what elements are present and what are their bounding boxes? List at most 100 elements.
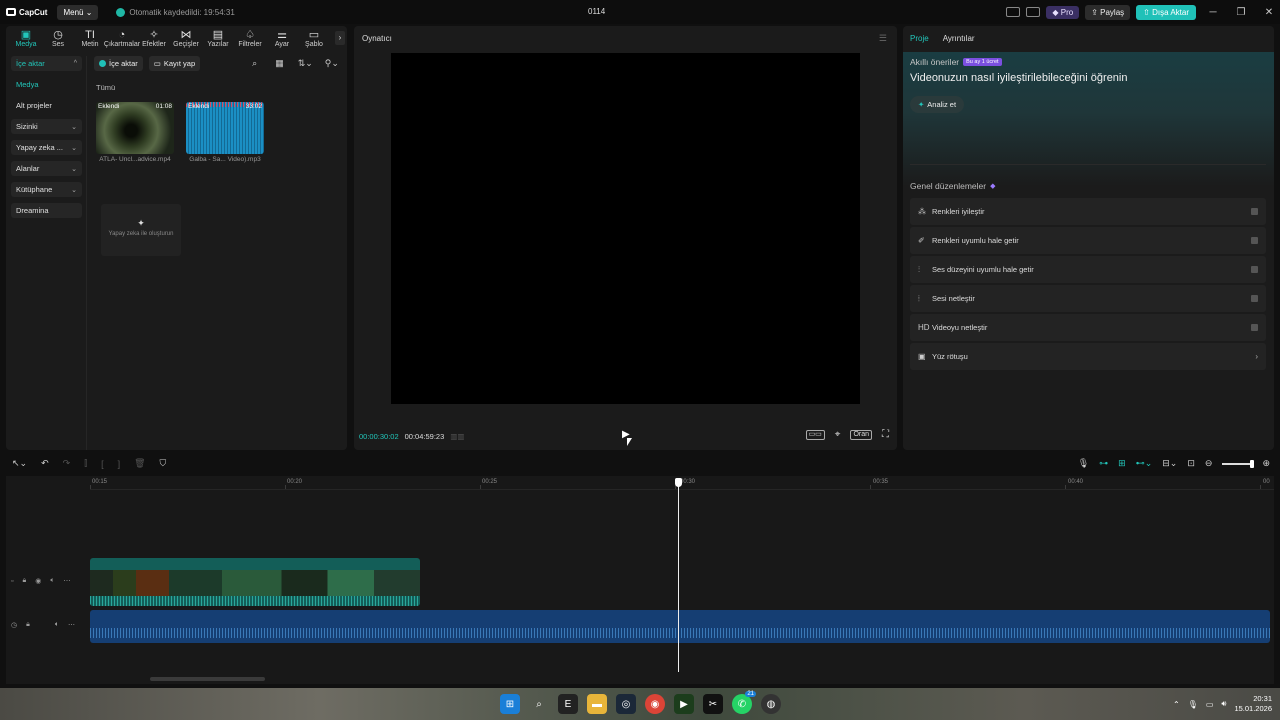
sidebar-item-ai[interactable]: Yapay zeka ... ⌄ [11, 140, 82, 155]
undo-icon[interactable]: ↶ [41, 458, 49, 469]
redo-icon[interactable]: ↷ [63, 458, 71, 469]
speaker-icon[interactable]: 🔈︎ [50, 577, 54, 585]
frame-grid-icon[interactable]: ▥▥ [450, 432, 464, 441]
speaker-icon[interactable]: 🔈︎ [55, 621, 59, 629]
playhead[interactable] [675, 478, 682, 672]
crop-focus-icon[interactable]: ⌖ [833, 430, 843, 440]
filter-icon[interactable]: ⚲⌄ [325, 58, 339, 69]
split-icon[interactable]: ⫿ [84, 458, 87, 469]
analyze-button[interactable]: ✦ Analiz et [910, 96, 965, 113]
magnet-link-icon[interactable]: ⊶ [1099, 458, 1108, 469]
volume-icon[interactable]: 🔊︎ [1221, 699, 1226, 709]
file-explorer-icon[interactable]: ▬ [587, 694, 607, 714]
toggle[interactable] [1251, 237, 1258, 244]
export-button[interactable]: ⇧ Dışa Aktar [1136, 4, 1196, 20]
zoom-slider[interactable] [1222, 459, 1255, 468]
search-icon[interactable]: ⌕ [529, 694, 549, 714]
menu-button[interactable]: Menü ⌄ [57, 4, 99, 20]
clock[interactable]: 20:31 15.01.2026 [1234, 694, 1272, 714]
terminal-app-icon[interactable]: ▶ [674, 694, 694, 714]
media-item-audio[interactable]: Eklendi 33:02 [186, 102, 264, 154]
enhance-video-row[interactable]: HD Videoyu netleştir [910, 314, 1266, 341]
tab-project[interactable]: Proje [910, 34, 929, 43]
sidebar-item-library[interactable]: Kütüphane ⌄ [11, 182, 82, 197]
sidebar-item-spaces[interactable]: Alanlar ⌄ [11, 161, 82, 176]
marker-icon[interactable]: ⛉ [160, 458, 167, 469]
lock-icon[interactable]: 🔒︎ [22, 577, 26, 585]
media-item-video[interactable]: Eklendi 01:08 [96, 102, 174, 154]
split-right-icon[interactable]: ] [118, 459, 121, 469]
tab-text[interactable]: TI Metin [74, 26, 106, 48]
quality-icon[interactable]: ▭▭ [805, 430, 825, 440]
sort-icon[interactable]: ⇅⌄ [298, 58, 313, 69]
zoom-fit-icon[interactable]: ⊕ [1262, 458, 1270, 469]
eye-icon[interactable]: ◉ [35, 577, 41, 585]
toggle[interactable] [1251, 295, 1258, 302]
share-button[interactable]: ⇪ Paylaş [1085, 4, 1131, 20]
tab-filters[interactable]: ♤ Filtreler [234, 26, 266, 48]
import-button[interactable]: İçe aktar [94, 56, 143, 71]
delete-icon[interactable]: 🗑︎ [134, 458, 145, 469]
face-retouch-row[interactable]: ▣ Yüz rötuşu › [910, 343, 1266, 370]
timeline[interactable]: 00:15 00:20 00:25 00:30 00:35 00:40 00 ▫… [6, 476, 1274, 684]
split-left-icon[interactable]: [ [101, 459, 104, 469]
tab-audio[interactable]: ◷ Ses [42, 26, 74, 48]
video-preview[interactable] [391, 53, 860, 404]
zoom-slider-knob[interactable] [1250, 459, 1255, 468]
tab-media[interactable]: ▣ Medya [10, 26, 42, 48]
maximize-icon[interactable]: ❐ [1230, 7, 1252, 18]
capcut-taskbar-icon[interactable]: ✂ [703, 694, 723, 714]
chrome-icon[interactable]: ◉ [645, 694, 665, 714]
timeline-scrollbar[interactable] [150, 677, 265, 681]
zoom-out-icon[interactable]: ⊖ [1205, 458, 1213, 469]
toggle[interactable] [1251, 266, 1258, 273]
linkage-icon[interactable]: ⊷⌄ [1136, 458, 1153, 469]
cover-icon[interactable]: ▫ [11, 578, 13, 585]
enhance-colors-row[interactable]: ⁂ Renkleri iyileştir [910, 198, 1266, 225]
video-clip[interactable] [90, 558, 420, 606]
time-ruler[interactable]: 00:15 00:20 00:25 00:30 00:35 00:40 00 [90, 476, 1274, 490]
tab-captions[interactable]: ▤ Yazılar [202, 26, 234, 48]
close-icon[interactable]: ✕ [1258, 7, 1280, 18]
sidebar-item-subprojects[interactable]: Alt projeler [11, 98, 82, 113]
ai-create-tile[interactable]: ✦ Yapay zeka ile oluşturun [101, 204, 181, 256]
preview-axis-icon[interactable]: ⊟⌄ [1162, 458, 1177, 469]
record-button[interactable]: ▭ Kayıt yap [148, 56, 201, 71]
project-title[interactable]: 0114 [588, 7, 605, 16]
fullscreen-icon[interactable]: ⛶ [880, 430, 891, 440]
select-tool-icon[interactable]: ↖⌄ [12, 458, 27, 469]
sidebar-item-yours[interactable]: Sizinki ⌄ [11, 119, 82, 134]
tab-effects[interactable]: ✧ Efektler [138, 26, 170, 48]
caption-track-icon[interactable]: ⊡ [1187, 458, 1195, 469]
more-icon[interactable]: ⋯ [64, 577, 71, 585]
search-icon[interactable]: ⌕ [252, 58, 257, 69]
playhead-handle[interactable] [675, 478, 682, 487]
sidebar-item-import[interactable]: İçe aktar ^ [11, 56, 82, 71]
sidebar-item-media[interactable]: Medya [11, 77, 82, 92]
toggle[interactable] [1251, 208, 1258, 215]
grid-view-icon[interactable]: ▦ [275, 58, 284, 69]
toggle[interactable] [1251, 324, 1258, 331]
normalize-volume-row[interactable]: ⫶ Ses düzeyini uyumlu hale getir [910, 256, 1266, 283]
whatsapp-icon[interactable]: ✆ 21 [732, 691, 756, 714]
audio-clip[interactable] [90, 610, 1270, 643]
layout-icon[interactable] [1006, 7, 1021, 17]
more-icon[interactable]: ⋯ [68, 621, 75, 629]
sidebar-item-dreamina[interactable]: Dreamina [11, 203, 82, 218]
microphone-icon[interactable]: 🎙︎ [1188, 700, 1198, 709]
epic-games-icon[interactable]: E [558, 694, 578, 714]
tray-expand-icon[interactable]: ⌃ [1173, 700, 1180, 709]
ratio-button[interactable]: Oran [850, 430, 872, 440]
tabs-scroll-right-icon[interactable]: › [335, 31, 345, 45]
windows-start-icon[interactable]: ⊞ [500, 694, 520, 714]
filter-all-label[interactable]: Tümü [96, 83, 115, 92]
match-colors-row[interactable]: ✐ Renkleri uyumlu hale getir [910, 227, 1266, 254]
player-menu-icon[interactable]: ☰ [879, 33, 887, 44]
pro-button[interactable]: ◆ Pro [1046, 5, 1080, 19]
shortcuts-icon[interactable] [1026, 7, 1041, 17]
lock-icon[interactable]: 🔒︎ [26, 621, 30, 629]
tab-stickers[interactable]: ◔ Çıkartmalar [104, 26, 140, 48]
tab-details[interactable]: Ayrıntılar [943, 34, 975, 43]
network-icon[interactable]: ▭ [1206, 700, 1214, 709]
steam-icon[interactable]: ◎ [616, 694, 636, 714]
